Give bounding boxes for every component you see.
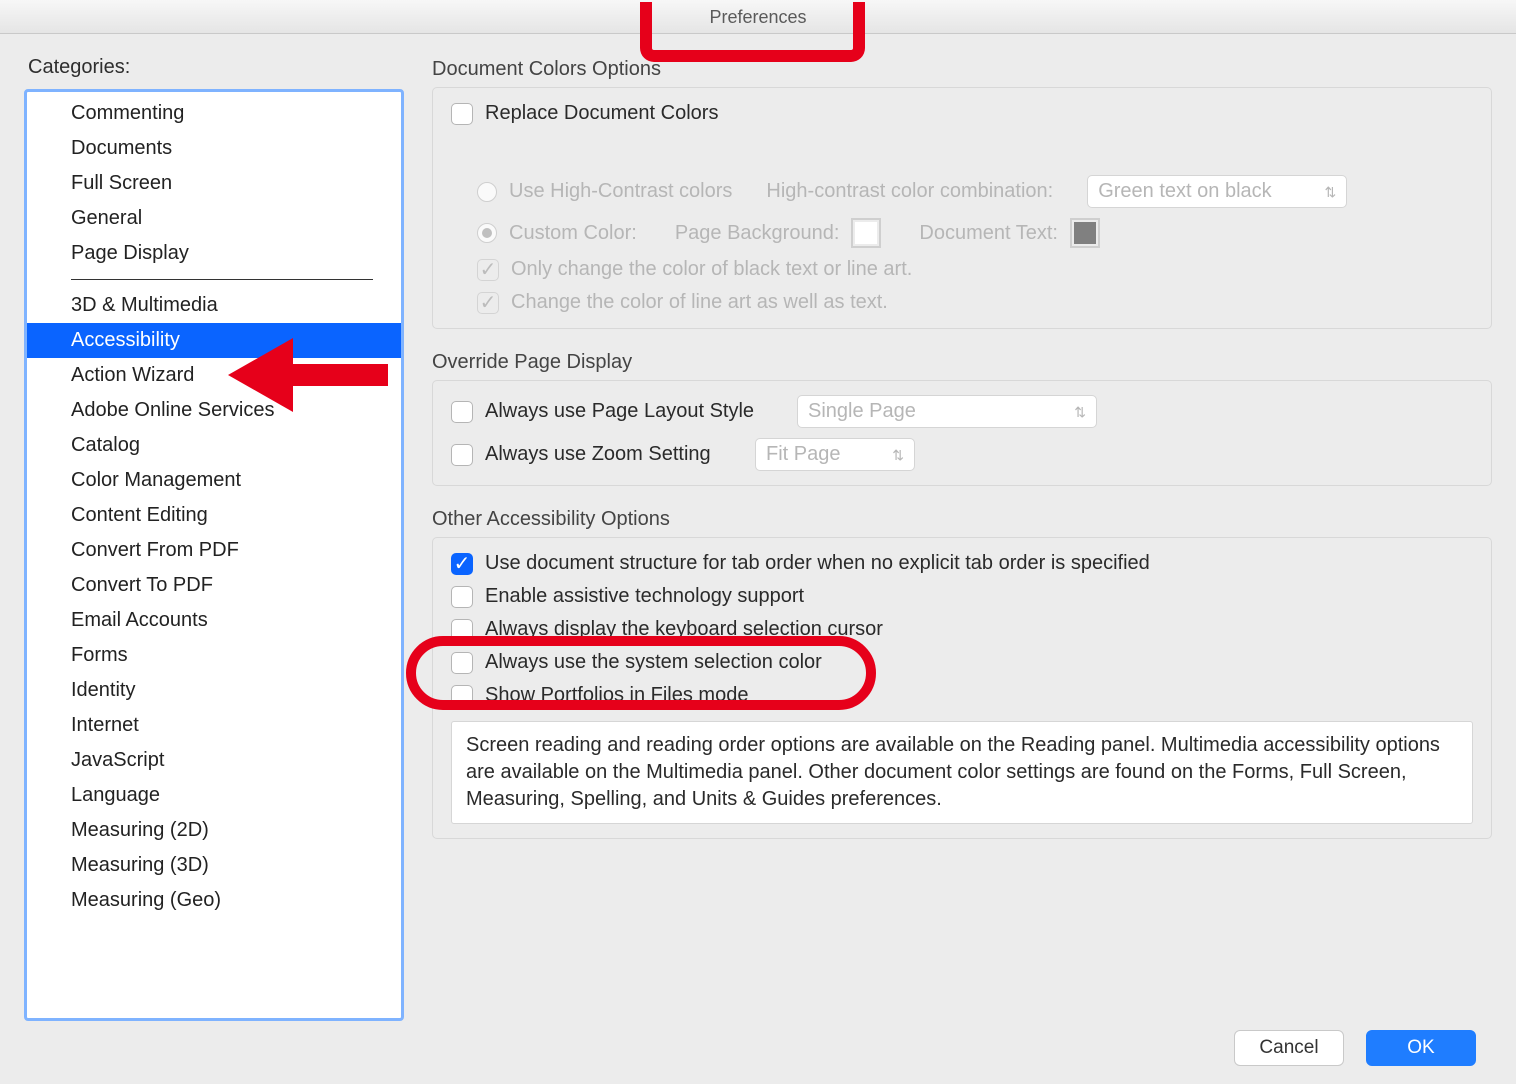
sidebar-item-color-management[interactable]: Color Management bbox=[27, 463, 401, 498]
radio-high-contrast bbox=[477, 182, 497, 202]
sidebar-item-3d-multimedia[interactable]: 3D & Multimedia bbox=[27, 288, 401, 323]
checkbox-other-2[interactable] bbox=[451, 619, 473, 641]
checkbox-other-1[interactable] bbox=[451, 586, 473, 608]
chevron-updown-icon: ⇅ bbox=[1074, 405, 1086, 419]
dropdown-page-layout-value: Single Page bbox=[808, 400, 916, 423]
label-document-text: Document Text: bbox=[919, 222, 1058, 245]
label-other-1: Enable assistive technology support bbox=[485, 585, 804, 608]
ok-button[interactable]: OK bbox=[1366, 1030, 1476, 1066]
label-custom-color: Custom Color: bbox=[509, 222, 637, 245]
label-page-background: Page Background: bbox=[675, 222, 840, 245]
categories-label: Categories: bbox=[28, 56, 404, 79]
sidebar-item-identity[interactable]: Identity bbox=[27, 673, 401, 708]
dropdown-high-contrast: Green text on black ⇅ bbox=[1087, 175, 1347, 208]
label-page-layout-style: Always use Page Layout Style bbox=[485, 400, 785, 423]
sidebar-item-documents[interactable]: Documents bbox=[27, 131, 401, 166]
cancel-button[interactable]: Cancel bbox=[1234, 1030, 1344, 1066]
group-override-page: Always use Page Layout Style Single Page… bbox=[432, 380, 1492, 486]
dropdown-zoom: Fit Page ⇅ bbox=[755, 438, 915, 471]
sidebar-item-adobe-online-services[interactable]: Adobe Online Services bbox=[27, 393, 401, 428]
label-only-black: Only change the color of black text or l… bbox=[511, 258, 912, 281]
chevron-updown-icon: ⇅ bbox=[892, 448, 904, 462]
sidebar-item-page-display[interactable]: Page Display bbox=[27, 236, 401, 271]
sidebar-item-measuring-3d-[interactable]: Measuring (3D) bbox=[27, 848, 401, 883]
checkbox-only-black: ✓ bbox=[477, 259, 499, 281]
checkbox-page-layout-style[interactable] bbox=[451, 401, 473, 423]
checkbox-line-art: ✓ bbox=[477, 292, 499, 314]
section-document-colors: Document Colors Options bbox=[432, 58, 1492, 81]
sidebar-item-accessibility[interactable]: Accessibility bbox=[27, 323, 401, 358]
sidebar-item-internet[interactable]: Internet bbox=[27, 708, 401, 743]
swatch-page-background bbox=[851, 218, 881, 248]
label-replace-document-colors: Replace Document Colors bbox=[485, 102, 718, 125]
window-titlebar: Preferences bbox=[0, 0, 1516, 34]
categories-list[interactable]: CommentingDocumentsFull ScreenGeneralPag… bbox=[24, 89, 404, 1021]
chevron-updown-icon: ⇅ bbox=[1324, 185, 1336, 199]
sidebar-item-measuring-geo-[interactable]: Measuring (Geo) bbox=[27, 883, 401, 918]
dropdown-page-layout: Single Page ⇅ bbox=[797, 395, 1097, 428]
sidebar-item-language[interactable]: Language bbox=[27, 778, 401, 813]
section-other-accessibility: Other Accessibility Options bbox=[432, 508, 1492, 531]
sidebar-item-forms[interactable]: Forms bbox=[27, 638, 401, 673]
label-zoom-setting: Always use Zoom Setting bbox=[485, 443, 743, 466]
label-other-2: Always display the keyboard selection cu… bbox=[485, 618, 883, 641]
section-override-page: Override Page Display bbox=[432, 351, 1492, 374]
label-other-3: Always use the system selection color bbox=[485, 651, 822, 674]
sidebar-item-convert-from-pdf[interactable]: Convert From PDF bbox=[27, 533, 401, 568]
label-other-0: Use document structure for tab order whe… bbox=[485, 552, 1150, 575]
dropdown-zoom-value: Fit Page bbox=[766, 443, 840, 466]
group-document-colors: Replace Document Colors Use High-Contras… bbox=[432, 87, 1492, 329]
label-other-4: Show Portfolios in Files mode bbox=[485, 684, 748, 707]
label-high-contrast: Use High-Contrast colors bbox=[509, 180, 732, 203]
sidebar-item-full-screen[interactable]: Full Screen bbox=[27, 166, 401, 201]
sidebar-item-measuring-2d-[interactable]: Measuring (2D) bbox=[27, 813, 401, 848]
sidebar-item-commenting[interactable]: Commenting bbox=[27, 96, 401, 131]
checkbox-other-0[interactable]: ✓ bbox=[451, 553, 473, 575]
window-title: Preferences bbox=[709, 7, 806, 27]
sidebar-item-general[interactable]: General bbox=[27, 201, 401, 236]
group-other-accessibility: ✓ Use document structure for tab order wh… bbox=[432, 537, 1492, 839]
sidebar-separator bbox=[71, 279, 373, 280]
checkbox-replace-document-colors[interactable] bbox=[451, 103, 473, 125]
checkbox-other-4[interactable] bbox=[451, 685, 473, 707]
checkbox-other-3[interactable] bbox=[451, 652, 473, 674]
sidebar-item-action-wizard[interactable]: Action Wizard bbox=[27, 358, 401, 393]
info-box: Screen reading and reading order options… bbox=[451, 721, 1473, 824]
sidebar-item-email-accounts[interactable]: Email Accounts bbox=[27, 603, 401, 638]
label-high-contrast-combo: High-contrast color combination: bbox=[766, 180, 1053, 203]
sidebar-item-javascript[interactable]: JavaScript bbox=[27, 743, 401, 778]
sidebar-item-convert-to-pdf[interactable]: Convert To PDF bbox=[27, 568, 401, 603]
label-line-art: Change the color of line art as well as … bbox=[511, 291, 888, 314]
checkbox-zoom-setting[interactable] bbox=[451, 444, 473, 466]
dropdown-high-contrast-value: Green text on black bbox=[1098, 180, 1271, 203]
sidebar-item-content-editing[interactable]: Content Editing bbox=[27, 498, 401, 533]
sidebar-item-catalog[interactable]: Catalog bbox=[27, 428, 401, 463]
radio-custom-color bbox=[477, 223, 497, 243]
swatch-document-text bbox=[1070, 218, 1100, 248]
